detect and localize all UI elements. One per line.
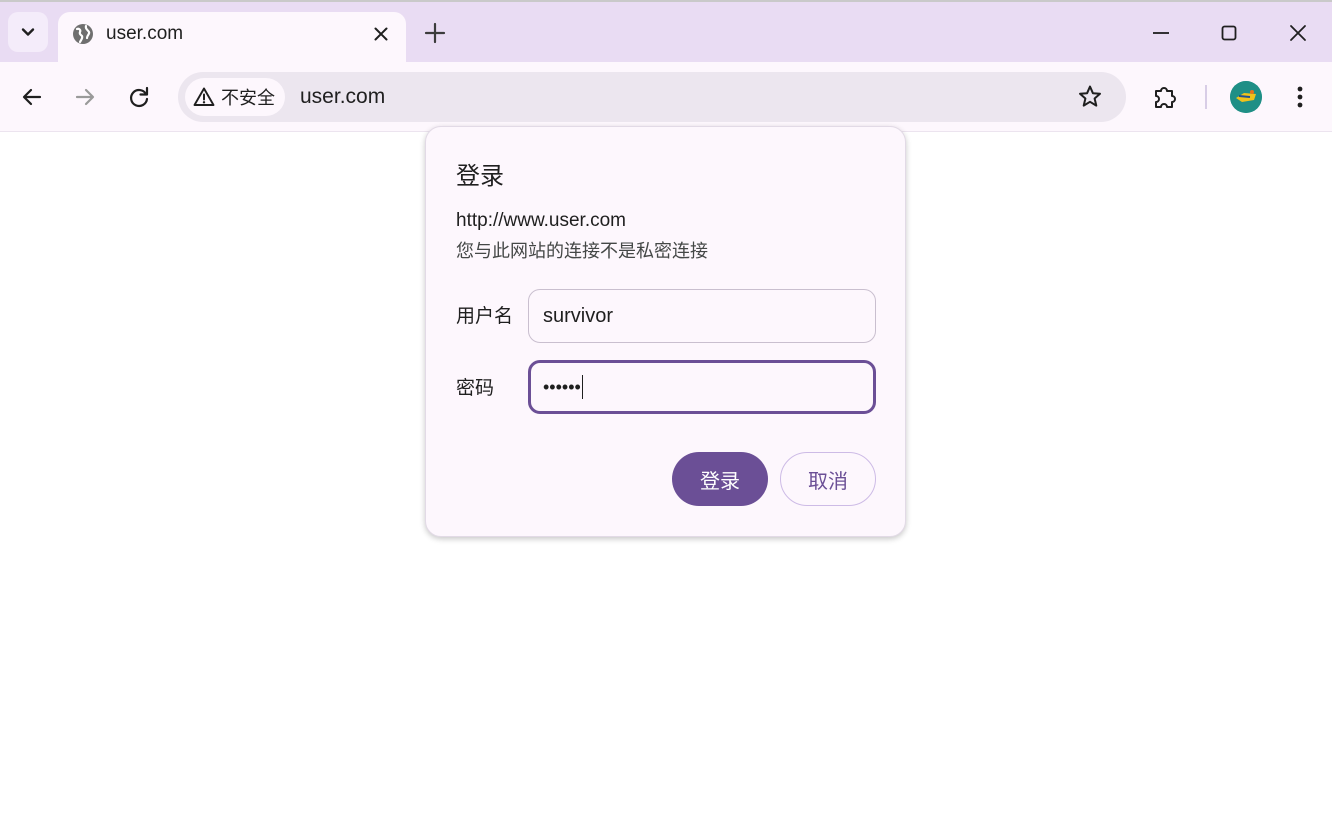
browser-toolbar: 不安全 user.com bbox=[0, 62, 1332, 132]
profile-picture bbox=[1230, 81, 1262, 113]
password-label: 密码 bbox=[456, 378, 495, 399]
active-tab[interactable]: user.com bbox=[58, 12, 406, 64]
username-value: survivor bbox=[543, 304, 614, 327]
password-value: •••••• bbox=[543, 376, 581, 397]
cancel-button[interactable]: 取消 bbox=[780, 452, 876, 506]
dialog-title: 登录 bbox=[456, 163, 504, 190]
password-field[interactable]: •••••• bbox=[528, 360, 876, 414]
star-icon[interactable] bbox=[1076, 83, 1104, 111]
extensions-icon[interactable] bbox=[1151, 82, 1181, 112]
login-dialog: 登录 http://www.user.com 您与此网站的连接不是私密连接 用户… bbox=[425, 126, 906, 537]
username-field[interactable]: survivor bbox=[528, 289, 876, 343]
toolbar-divider bbox=[1205, 85, 1207, 109]
connection-warning: 您与此网站的连接不是私密连接 bbox=[456, 241, 708, 261]
close-icon[interactable] bbox=[1281, 16, 1315, 50]
globe-icon bbox=[73, 24, 93, 44]
maximize-icon[interactable] bbox=[1212, 16, 1246, 50]
forward-arrow-icon[interactable] bbox=[71, 83, 99, 111]
minimize-icon[interactable] bbox=[1144, 16, 1178, 50]
avatar[interactable] bbox=[1230, 81, 1262, 113]
security-label: 不安全 bbox=[221, 88, 275, 108]
warning-icon bbox=[193, 87, 215, 106]
tab-search-button[interactable] bbox=[8, 12, 48, 52]
dialog-origin: http://www.user.com bbox=[456, 210, 627, 231]
url-text[interactable]: user.com bbox=[300, 84, 385, 110]
address-bar[interactable]: 不安全 user.com bbox=[178, 72, 1126, 122]
chevron-down-icon bbox=[21, 28, 35, 36]
login-button[interactable]: 登录 bbox=[672, 452, 768, 506]
username-label: 用户名 bbox=[456, 306, 514, 327]
tab-title: user.com bbox=[106, 23, 184, 44]
plus-icon[interactable] bbox=[422, 20, 448, 46]
reload-icon[interactable] bbox=[125, 83, 153, 111]
text-cursor bbox=[581, 375, 583, 399]
close-icon[interactable] bbox=[370, 23, 392, 45]
back-arrow-icon[interactable] bbox=[18, 83, 46, 111]
tab-strip: user.com bbox=[0, 0, 1332, 64]
more-vert-icon[interactable] bbox=[1286, 82, 1314, 112]
security-chip[interactable]: 不安全 bbox=[185, 78, 285, 116]
